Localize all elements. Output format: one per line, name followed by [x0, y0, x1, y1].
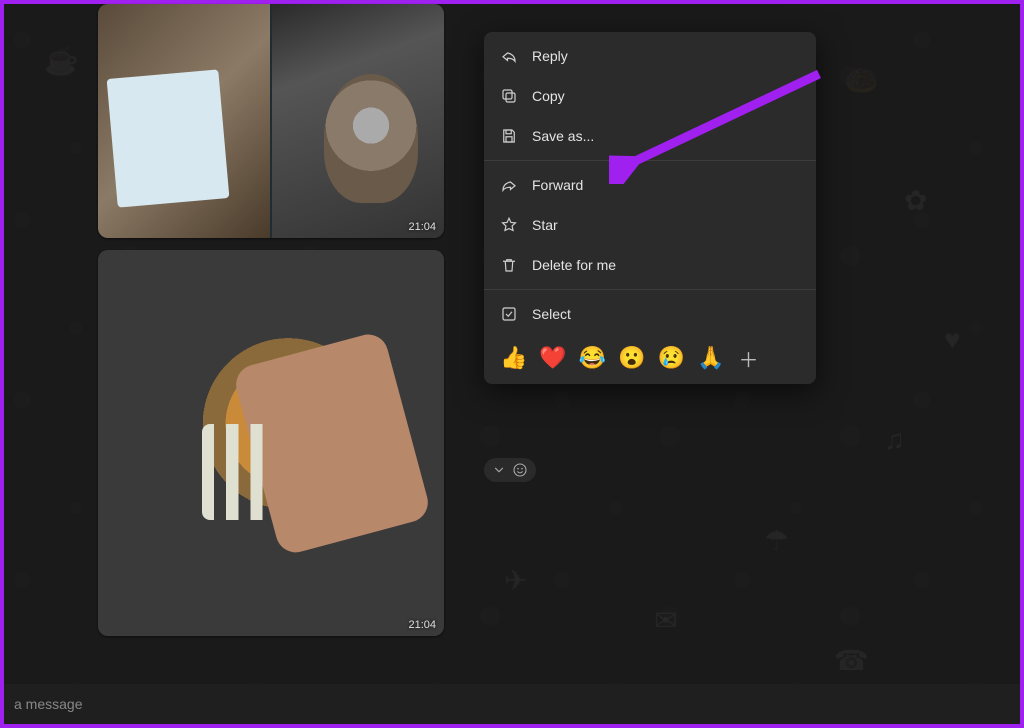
emoji-icon	[512, 462, 528, 478]
menu-label: Delete for me	[532, 257, 616, 273]
menu-forward[interactable]: Forward	[484, 165, 816, 205]
message-image[interactable]	[272, 4, 444, 238]
scroll-down-pill[interactable]	[484, 458, 536, 482]
checkbox-icon	[500, 305, 518, 323]
menu-copy[interactable]: Copy	[484, 76, 816, 116]
reaction-row: 👍 ❤️ 😂 😮 😢 🙏 ＋	[484, 334, 816, 380]
message-media-grid[interactable]: 21:04	[98, 4, 444, 238]
star-icon	[500, 216, 518, 234]
menu-label: Select	[532, 306, 571, 322]
message-timestamp: 21:04	[408, 619, 436, 631]
menu-label: Save as...	[532, 128, 594, 144]
reaction-more[interactable]: ＋	[736, 346, 760, 370]
trash-icon	[500, 256, 518, 274]
reaction-thumbs-up[interactable]: 👍	[500, 347, 527, 369]
message-input-bar[interactable]: a message	[4, 684, 1020, 724]
menu-save-as[interactable]: Save as...	[484, 116, 816, 156]
menu-delete[interactable]: Delete for me	[484, 245, 816, 285]
context-menu: Reply Copy Save as... Forward Star Delet…	[484, 32, 816, 384]
menu-reply[interactable]: Reply	[484, 36, 816, 76]
copy-icon	[500, 87, 518, 105]
reply-icon	[500, 47, 518, 65]
menu-star[interactable]: Star	[484, 205, 816, 245]
menu-separator	[484, 160, 816, 161]
menu-separator	[484, 289, 816, 290]
message-timestamp: 21:04	[408, 221, 436, 233]
menu-label: Forward	[532, 177, 583, 193]
menu-label: Star	[532, 217, 558, 233]
reaction-sad[interactable]: 😢	[658, 347, 685, 369]
message-input-placeholder: a message	[14, 696, 82, 712]
reaction-laugh[interactable]: 😂	[579, 347, 606, 369]
reaction-wow[interactable]: 😮	[618, 347, 645, 369]
chevron-down-icon	[492, 463, 506, 477]
menu-label: Copy	[532, 88, 565, 104]
save-icon	[500, 127, 518, 145]
message-image[interactable]	[98, 250, 444, 636]
message-media[interactable]: 21:04	[98, 250, 444, 636]
forward-icon	[500, 176, 518, 194]
menu-label: Reply	[532, 48, 568, 64]
reaction-heart[interactable]: ❤️	[539, 347, 566, 369]
message-image[interactable]	[98, 4, 270, 238]
reaction-pray[interactable]: 🙏	[697, 347, 724, 369]
menu-select[interactable]: Select	[484, 294, 816, 334]
